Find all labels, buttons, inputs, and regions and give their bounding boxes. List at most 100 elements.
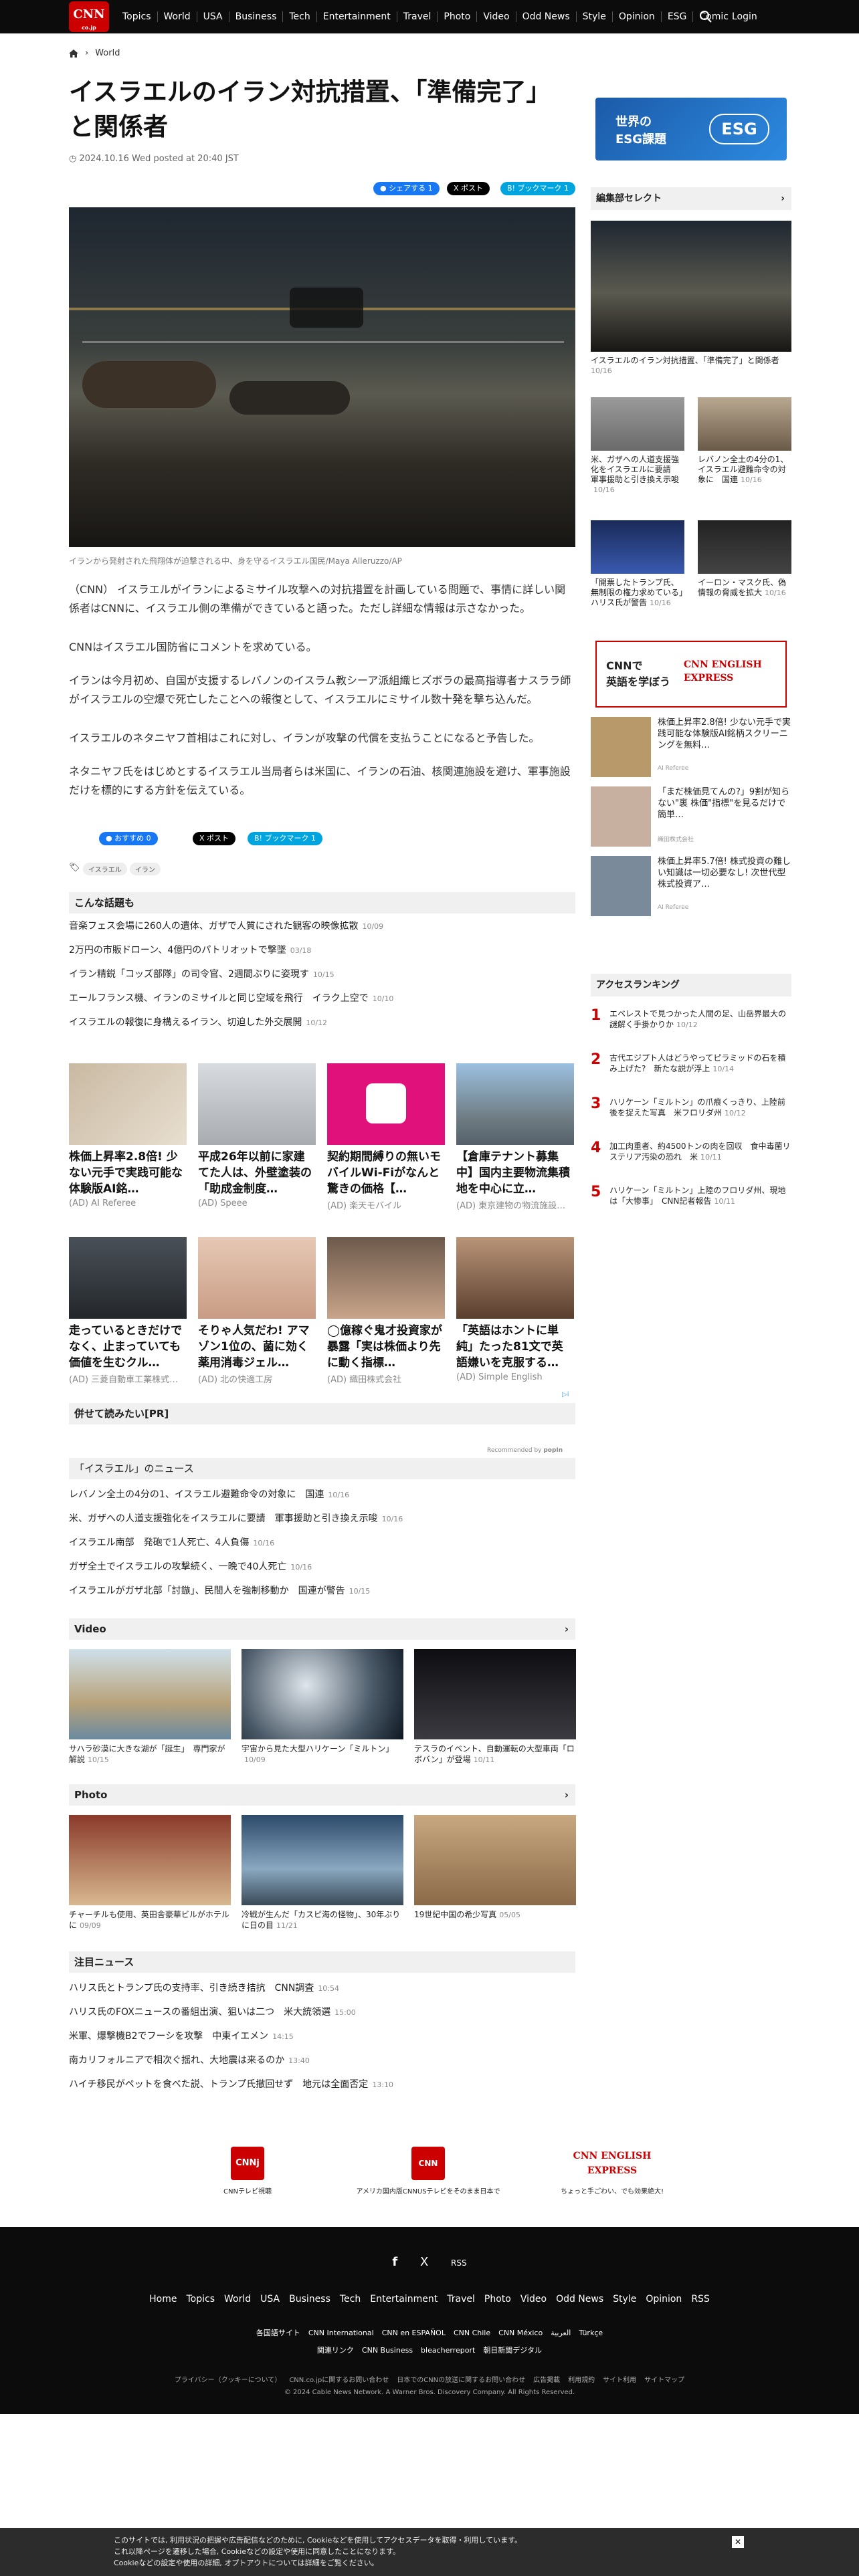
ranking-item[interactable]: 5 ハリケーン「ミルトン」上陸のフロリダ州、現地は「大惨事」 CNN記者報告 10/…	[591, 1185, 791, 1207]
photo-card[interactable]: 冷戦が生んだ「カスピ海の怪物」、30年ぶりに日の目 11/21	[242, 1815, 403, 1931]
nav-entertainment[interactable]: Entertainment	[317, 11, 397, 22]
tag-iran[interactable]: イラン	[130, 863, 161, 875]
esg-banner[interactable]: 世界の ESG課題 ESG	[595, 98, 787, 160]
facebook-share-button[interactable]: ● シェアする 1	[373, 182, 440, 195]
israel-news-link[interactable]: レバノン全土の4分の1、イスラエル避難命令の対象に 国連 10/16	[69, 1487, 349, 1501]
related-link[interactable]: イスラエルの報復に身構えるイラン、切迫した外交展開 10/12	[69, 1015, 327, 1029]
footer-small-link[interactable]: プライバシー（クッキーについて）	[175, 2377, 282, 2384]
footer-nav-link[interactable]: Video	[520, 2294, 547, 2304]
adchoices-icon[interactable]: ▷i	[562, 1391, 569, 1398]
rss-icon[interactable]: RSS	[451, 2258, 467, 2268]
nav-photo[interactable]: Photo	[438, 11, 478, 22]
editor-thumb[interactable]	[591, 397, 684, 451]
facebook-icon[interactable]: f	[392, 2255, 397, 2269]
video-card[interactable]: 宇宙から見た大型ハリケーン「ミルトン」10/09	[242, 1649, 403, 1765]
ad-card[interactable]: 平成26年以前に家建てた人は、外壁塗装の「助成金制度… (AD) Speee	[198, 1063, 316, 1208]
x-post-button-bottom[interactable]: X ポスト	[193, 832, 236, 845]
ad-card[interactable]: 「英語はホントに単純」たった81文で英語嫌いを克服する… (AD) Simple …	[456, 1237, 574, 1382]
footer-small-link[interactable]: サイト利用	[603, 2377, 636, 2384]
ranking-item[interactable]: 1 エベレストで見つかった人間の足、山岳界最大の謎解く手掛かりか 10/12	[591, 1008, 791, 1031]
editor-thumb[interactable]	[698, 520, 791, 574]
related-site-link[interactable]: CNN Business	[362, 2346, 413, 2355]
footer-small-link[interactable]: CNN.co.jpに関するお問い合わせ	[289, 2377, 389, 2384]
site-link[interactable]: CNN Chile	[454, 2329, 490, 2337]
nav-tech[interactable]: Tech	[283, 11, 317, 22]
editor-select-heading[interactable]: 編集部セレクト ›	[591, 187, 791, 210]
login-link[interactable]: Login	[732, 11, 757, 22]
featured-link[interactable]: 南カリフォルニアで相次ぐ揺れ、大地震は来るのか 13:40	[69, 2053, 310, 2066]
footer-nav-link[interactable]: RSS	[691, 2294, 710, 2304]
related-site-link[interactable]: 朝日新聞デジタル	[483, 2346, 542, 2355]
footer-small-link[interactable]: 広告掲載	[533, 2377, 560, 2384]
video-card[interactable]: サハラ砂漠に大きな湖が「誕生」 専門家が解説 10/15	[69, 1649, 231, 1765]
related-link[interactable]: 2万円の市販ドローン、4億円のパトリオットで撃墜 03/18	[69, 943, 311, 956]
nav-usa[interactable]: USA	[197, 11, 229, 22]
ad-card[interactable]: 走っているときだけでなく、止まっていても価値を生むクル… (AD) 三菱自動車工業…	[69, 1237, 187, 1385]
footer-nav-link[interactable]: Entertainment	[370, 2294, 438, 2304]
footer-nav-link[interactable]: Travel	[447, 2294, 475, 2304]
editor-link[interactable]: イーロン・マスク氏、偽情報の脅威を拡大 10/16	[698, 578, 791, 598]
featured-link[interactable]: ハリス氏とトランプ氏の支持率、引き続き拮抗 CNN調査 10:54	[69, 1981, 339, 1994]
hatena-bookmark-button[interactable]: B! ブックマーク 1	[500, 182, 575, 195]
footer-nav-link[interactable]: Opinion	[646, 2294, 682, 2304]
promo-english-express[interactable]: CNN ENGLISH EXPRESS ちょっと手ごわい、でも効果絶大!	[549, 2147, 676, 2195]
ranking-item[interactable]: 4 加工肉重者、約4500トンの肉を回収 食中毒菌リステリア汚染の恐れ 米 10/1…	[591, 1141, 791, 1163]
photo-heading[interactable]: Photo ›	[69, 1784, 575, 1806]
footer-nav-link[interactable]: Business	[289, 2294, 330, 2304]
ad-card[interactable]: ◯億稼ぐ鬼才投資家が暴露「実は株価より先に動く指標… (AD) 織田株式会社	[327, 1237, 445, 1385]
promo-cnn-us[interactable]: CNN US アメリカ国内版CNNUSテレビをそのまま日本で	[335, 2147, 522, 2202]
featured-link[interactable]: 米軍、爆撃機B2でフーシを攻撃 中東イエメン 14:15	[69, 2029, 294, 2042]
video-card[interactable]: テスラのイベント、自動運転の大型車両「ロボバン」が登場 10/11	[414, 1649, 576, 1765]
ad-card[interactable]: 【倉庫テナント募集中】国内主要物流集積地を中心に立… (AD) 東京建物の物流施設…	[456, 1063, 574, 1211]
related-link[interactable]: エールフランス機、イランのミサイルと同じ空域を飛行 イラク上空で 10/10	[69, 991, 393, 1004]
editor-main-link[interactable]: イスラエルのイラン対抗措置、「準備完了」と関係者 10/16	[591, 356, 791, 376]
nav-business[interactable]: Business	[229, 11, 284, 22]
search-icon[interactable]	[699, 10, 712, 23]
footer-small-link[interactable]: サイトマップ	[644, 2377, 684, 2384]
israel-news-link[interactable]: イスラエル南部 発砲で1人死亡、4人負傷 10/16	[69, 1535, 274, 1549]
site-link[interactable]: CNN en ESPAÑOL	[382, 2329, 446, 2337]
x-post-button[interactable]: X ポスト	[447, 182, 490, 195]
hatena-bookmark-button-bottom[interactable]: B! ブックマーク 1	[248, 832, 322, 845]
nav-odd-news[interactable]: Odd News	[516, 11, 577, 22]
tag-israel[interactable]: イスラエル	[83, 863, 127, 875]
side-ad[interactable]: 株価上昇率5.7倍! 株式投資の難しい知識は一切必要なし! 次世代型株式投資ア……	[591, 856, 791, 916]
editor-thumb[interactable]	[698, 397, 791, 451]
nav-style[interactable]: Style	[577, 11, 613, 22]
editor-thumb[interactable]	[591, 520, 684, 574]
editor-link[interactable]: レバノン全土の4分の1、イスラエル避難命令の対象に 国連 10/16	[698, 455, 791, 485]
related-link[interactable]: イラン精鋭「コッズ部隊」の司令官、2週間ぶりに姿現す 10/15	[69, 967, 335, 980]
footer-nav-link[interactable]: Topics	[187, 2294, 215, 2304]
israel-news-link[interactable]: イスラエルがガザ北部「討鏃」、民間人を強制移動か 国連が警告 10/15	[69, 1584, 370, 1597]
ranking-item[interactable]: 3 ハリケーン「ミルトン」の爪痕くっきり、上陸前後を捉えた写真 米フロリダ州 10/…	[591, 1097, 791, 1119]
site-link[interactable]: العربية	[551, 2329, 571, 2337]
close-icon[interactable]: ✕	[732, 2536, 744, 2548]
side-ad[interactable]: 株価上昇率2.8倍! 少ない元手で実践可能な体験版AI銘柄スクリーニングを無料……	[591, 717, 791, 777]
promo-cnnj[interactable]: CNNj CNNテレビ視聴	[201, 2147, 294, 2195]
footer-nav-link[interactable]: Photo	[484, 2294, 511, 2304]
site-link[interactable]: Türkçe	[579, 2329, 603, 2337]
video-heading[interactable]: Video ›	[69, 1618, 575, 1640]
side-ad[interactable]: 「まだ株価見てんの?」9割が知らない"裏 株価"指標"を見るだけで簡単… 織田株…	[591, 786, 791, 847]
site-link[interactable]: CNN México	[498, 2329, 543, 2337]
israel-news-link[interactable]: ガザ全土でイスラエルの攻撃続く、一晩で40人死亡 10/16	[69, 1560, 312, 1573]
editor-link[interactable]: 「開票したトランプ氏、無制限の権力求めている」ハリス氏が警告 10/16	[591, 578, 684, 608]
ad-card[interactable]: 株価上昇率2.8倍! 少ない元手で実践可能な体験版AI銘… (AD) AI Ref…	[69, 1063, 187, 1208]
footer-small-link[interactable]: 利用規約	[568, 2377, 595, 2384]
x-icon[interactable]: X	[420, 2255, 428, 2269]
related-link[interactable]: 音楽フェス会場に260人の遺体、ガザで人質にされた観客の映像拡散 10/09	[69, 919, 383, 932]
nav-opinion[interactable]: Opinion	[613, 11, 662, 22]
breadcrumb-world[interactable]: World	[95, 48, 120, 58]
site-link[interactable]: CNN International	[308, 2329, 374, 2337]
facebook-recommend-button[interactable]: ● おすすめ 0	[99, 832, 158, 845]
ranking-item[interactable]: 2 古代エジプト人はどうやってピラミッドの石を積み上げた? 新たな説が浮上 10/1…	[591, 1053, 791, 1075]
footer-nav-link[interactable]: USA	[260, 2294, 280, 2304]
english-express-banner[interactable]: CNNで 英語を学ぼう CNN ENGLISH EXPRESS	[595, 641, 787, 708]
footer-nav-link[interactable]: Style	[613, 2294, 636, 2304]
featured-link[interactable]: ハイチ移民がペットを食べた説、トランプ氏撤回せず 地元は全面否定 13:10	[69, 2077, 393, 2090]
footer-nav-link[interactable]: World	[224, 2294, 251, 2304]
footer-small-link[interactable]: 日本でのCNNの放送に関するお問い合わせ	[397, 2377, 525, 2384]
nav-travel[interactable]: Travel	[397, 11, 438, 22]
nav-video[interactable]: Video	[477, 11, 516, 22]
ad-card[interactable]: そりゃ人気だわ! アマゾン1位の、菌に効く薬用消毒ジェル… (AD) 北の快適工房	[198, 1237, 316, 1385]
